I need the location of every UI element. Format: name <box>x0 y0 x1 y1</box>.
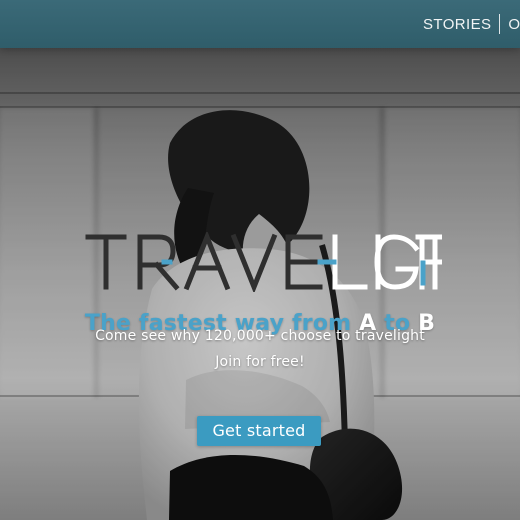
hero-subheading: Come see why 120,000+ choose to travelig… <box>95 328 425 344</box>
nav-link-stories[interactable]: STORIES <box>423 16 491 33</box>
landing-page: STORIES OUR <box>0 0 520 520</box>
primary-navigation: STORIES OUR <box>423 14 520 34</box>
travelight-logo <box>82 232 442 292</box>
nav-divider <box>499 14 501 34</box>
get-started-button[interactable]: Get started <box>197 416 321 446</box>
hero-content: The fastest way from A to B Come see why… <box>0 48 520 520</box>
join-free-text: Join for free! <box>215 354 305 370</box>
nav-link-our[interactable]: OUR <box>508 16 520 33</box>
travelight-logo-mark <box>85 232 442 292</box>
top-navigation-bar: STORIES OUR <box>0 0 520 48</box>
